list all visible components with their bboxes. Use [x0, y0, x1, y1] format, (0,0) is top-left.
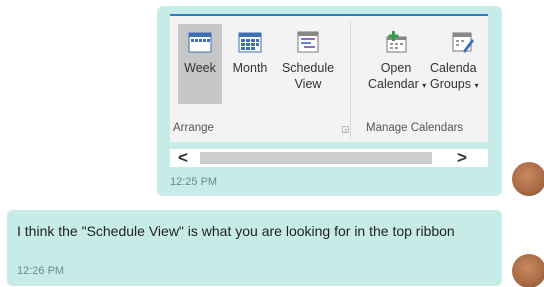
avatar[interactable]	[512, 254, 544, 287]
calendar-groups-label-1: Calenda	[430, 61, 477, 75]
week-icon	[188, 30, 212, 54]
dropdown-arrow-icon: ▾	[474, 81, 479, 90]
calendar-groups-label-2: Groups ▾	[430, 77, 479, 91]
open-calendar-label-1: Open	[380, 61, 412, 75]
schedule-view-icon	[296, 30, 320, 54]
ribbon-screenshot[interactable]: Week Month Schedule View Open Calendar ▾…	[170, 14, 488, 142]
message-timestamp: 12:26 PM	[17, 265, 65, 277]
open-calendar-button: Open Calendar ▾	[368, 24, 427, 104]
open-calendar-icon	[384, 30, 408, 54]
schedule-view-label-1: Schedule	[281, 61, 335, 75]
month-button: Month	[225, 24, 275, 104]
dropdown-arrow-icon: ▾	[422, 81, 427, 90]
scrollbar-thumb[interactable]	[200, 152, 432, 164]
dialog-launcher-icon: ◲	[341, 124, 350, 134]
group-label-manage-calendars: Manage Calendars	[366, 122, 464, 134]
group-label-arrange: Arrange	[173, 122, 214, 134]
calendar-groups-icon	[451, 30, 475, 54]
week-label: Week	[184, 61, 216, 75]
message-bubble-screenshot: Week Month Schedule View Open Calendar ▾…	[157, 6, 502, 196]
horizontal-scrollbar[interactable]: < >	[170, 149, 488, 167]
message-timestamp: 12:25 PM	[170, 176, 218, 188]
month-label: Month	[232, 61, 268, 75]
avatar[interactable]	[512, 162, 544, 196]
message-text: I think the "Schedule View" is what you …	[17, 223, 455, 239]
calendar-groups-button: Calenda Groups ▾	[428, 24, 488, 104]
month-icon	[238, 30, 262, 54]
scroll-left-icon[interactable]: <	[178, 149, 188, 167]
week-button: Week	[178, 24, 222, 104]
message-bubble-text: I think the "Schedule View" is what you …	[7, 210, 502, 286]
group-separator	[350, 22, 351, 138]
scroll-right-icon[interactable]: >	[457, 149, 467, 167]
schedule-view-label-2: View	[294, 77, 322, 91]
schedule-view-button: Schedule View	[278, 24, 338, 104]
open-calendar-label-2: Calendar ▾	[368, 77, 427, 91]
